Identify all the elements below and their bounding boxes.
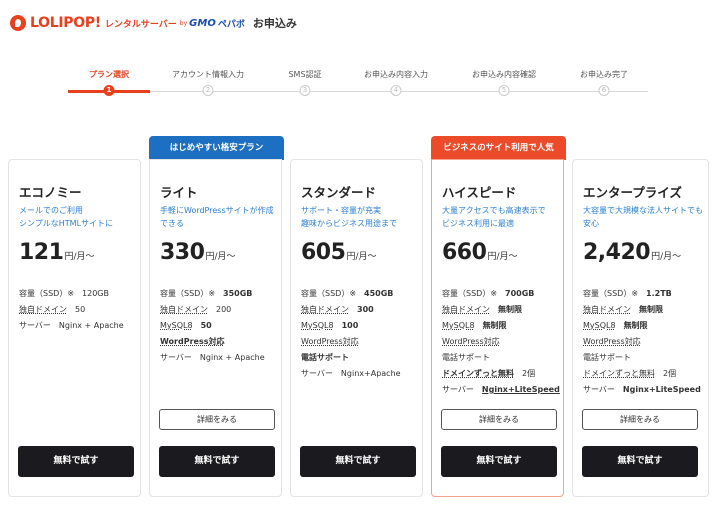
plan-price: 330円/月〜 [160, 240, 235, 265]
spec-domain-forever-free: ドメインずっと無料 2個 [583, 369, 677, 378]
plan-name: ハイスピード [442, 185, 517, 200]
spec-domain: 独自ドメイン 50 [19, 305, 86, 314]
try-free-button[interactable]: 無料で試す [441, 446, 557, 477]
step-account-info: アカウント情報入力 2 [153, 69, 263, 96]
spec-domain: 独自ドメイン 無制限 [583, 305, 663, 314]
price-unit: 円/月〜 [346, 252, 377, 262]
price-amount: 605 [301, 240, 346, 265]
price-amount: 121 [19, 240, 64, 265]
spec-storage: 容量（SSD）※ 120GB [19, 289, 109, 298]
spec-phone-support: 電話サポート [442, 353, 490, 362]
step-number: 5 [498, 85, 510, 96]
spec-domain: 独自ドメイン 300 [301, 305, 374, 314]
spec-wordpress: WordPress対応 [583, 337, 641, 346]
price-unit: 円/月〜 [205, 252, 236, 262]
try-free-button[interactable]: 無料で試す [18, 446, 134, 477]
step-application-confirm: お申込み内容確認 5 [449, 69, 559, 96]
spec-server: サーバー Nginx+LiteSpeed [583, 385, 701, 394]
ribbon-budget-plan: はじめやすい格安プラン [149, 136, 284, 160]
plan-name: ライト [160, 185, 198, 200]
plan-specs: 容量（SSD）※ 120GB 独自ドメイン 50 サーバー Nginx + Apach… [19, 286, 144, 334]
spec-phone-support: 電話サポート [301, 353, 349, 362]
plan-card-highspeed: ハイスピード 大量アクセスでも高速表示で ビジネス利用に最適 660円/月〜 容… [431, 159, 564, 497]
plan-card-enterprise: エンタープライズ 大容量で大規模な法人サイトでも安心 2,420円/月〜 容量（… [572, 159, 709, 497]
plan-name: エンタープライズ [583, 185, 682, 200]
view-details-button[interactable]: 詳細をみる [441, 409, 557, 430]
step-number: 6 [598, 85, 610, 96]
gmo-logo: GMO [189, 17, 216, 29]
spec-phone-support: 電話サポート [583, 353, 631, 362]
logo-text[interactable]: LOLIPOP! [30, 15, 101, 31]
try-free-button[interactable]: 無料で試す [300, 446, 416, 477]
try-free-button[interactable]: 無料で試す [582, 446, 698, 477]
plan-price: 605円/月〜 [301, 240, 376, 265]
plan-description: サポート・容量が充実 趣味からビジネス用途まで [301, 206, 397, 228]
spec-domain: 独自ドメイン 無制限 [442, 305, 522, 314]
signup-progress-steps: プラン選択 1 アカウント情報入力 2 SMS認証 3 お申込み内容入力 4 お… [68, 69, 648, 99]
plan-name: スタンダード [301, 185, 377, 200]
spec-storage: 容量（SSD）※ 450GB [301, 289, 394, 298]
lolipop-logo-icon [10, 15, 26, 31]
step-application-input: お申込み内容入力 4 [341, 69, 451, 96]
step-number: 1 [103, 85, 115, 96]
plan-specs: 容量（SSD）※ 450GB 独自ドメイン 300 MySQL8 100 WordPr… [301, 286, 426, 382]
step-label: プラン選択 [89, 70, 129, 79]
plan-card-lite: ライト 手軽にWordPressサイトが作成できる 330円/月〜 容量（SSD… [149, 159, 282, 497]
plan-price: 121円/月〜 [19, 240, 94, 265]
plan-specs: 容量（SSD）※ 700GB 独自ドメイン 無制限 MySQL8 無制限 WordPr… [442, 286, 567, 398]
page-title: お申込み [252, 17, 297, 30]
ribbon-business-popular: ビジネスのサイト利用で人気 [431, 136, 566, 160]
spec-server: サーバー Nginx+LiteSpeed [442, 385, 560, 394]
step-label: お申込み内容確認 [472, 70, 536, 79]
step-label: アカウント情報入力 [172, 70, 244, 79]
spec-mysql: MySQL8 100 [301, 321, 359, 330]
plan-specs: 容量（SSD）※ 350GB 独自ドメイン 200 MySQL8 50 WordPre… [160, 286, 285, 366]
plan-description: 大容量で大規模な法人サイトでも安心 [583, 206, 703, 228]
spec-server: サーバー Nginx+Apache [301, 369, 401, 378]
spec-wordpress: WordPress対応 [301, 337, 359, 346]
pepabo-logo: ペパボ [217, 19, 245, 30]
spec-server: サーバー Nginx + Apache [19, 321, 124, 330]
spec-mysql: MySQL8 50 [160, 321, 212, 330]
site-header: LOLIPOP! レンタルサーバー by GMO ペパボ お申込み [10, 12, 297, 34]
plan-specs: 容量（SSD）※ 1.2TB 独自ドメイン 無制限 MySQL8 無制限 WordPr… [583, 286, 708, 398]
view-details-button[interactable]: 詳細をみる [582, 409, 698, 430]
plan-description: メールでのご利用 シンプルなHTMLサイトに [19, 206, 114, 228]
spec-storage: 容量（SSD）※ 350GB [160, 289, 253, 298]
price-unit: 円/月〜 [64, 252, 95, 262]
spec-wordpress: WordPress対応 [442, 337, 500, 346]
plan-card-standard: スタンダード サポート・容量が充実 趣味からビジネス用途まで 605円/月〜 容… [290, 159, 423, 497]
logo-subtitle: レンタルサーバー [104, 19, 177, 30]
spec-mysql: MySQL8 無制限 [442, 321, 507, 330]
price-unit: 円/月〜 [651, 252, 682, 262]
spec-domain-forever-free: ドメインずっと無料 2個 [442, 369, 536, 378]
step-number: 2 [202, 85, 214, 96]
plan-description: 手軽にWordPressサイトが作成できる [160, 206, 274, 228]
step-label: お申込み完了 [580, 70, 628, 79]
step-plan-select: プラン選択 1 [54, 69, 164, 96]
view-details-button[interactable]: 詳細をみる [159, 409, 275, 430]
spec-server: サーバー Nginx + Apache [160, 353, 265, 362]
step-label: お申込み内容入力 [364, 70, 428, 79]
step-application-complete: お申込み完了 6 [549, 69, 659, 96]
step-number: 4 [390, 85, 402, 96]
step-number: 3 [299, 85, 311, 96]
price-amount: 2,420 [583, 240, 651, 265]
price-amount: 660 [442, 240, 487, 265]
spec-wordpress: WordPress対応 [160, 337, 225, 346]
try-free-button[interactable]: 無料で試す [159, 446, 275, 477]
logo-by: by [179, 19, 188, 27]
progress-track [68, 91, 648, 92]
plan-price: 660円/月〜 [442, 240, 517, 265]
spec-storage: 容量（SSD）※ 700GB [442, 289, 535, 298]
price-unit: 円/月〜 [487, 252, 518, 262]
spec-domain: 独自ドメイン 200 [160, 305, 232, 314]
spec-mysql: MySQL8 無制限 [583, 321, 648, 330]
plan-card-economy: エコノミー メールでのご利用 シンプルなHTMLサイトに 121円/月〜 容量（… [8, 159, 141, 497]
price-amount: 330 [160, 240, 205, 265]
plan-price: 2,420円/月〜 [583, 240, 681, 265]
plan-name: エコノミー [19, 185, 82, 200]
spec-storage: 容量（SSD）※ 1.2TB [583, 289, 672, 298]
plan-description: 大量アクセスでも高速表示で ビジネス利用に最適 [442, 206, 546, 228]
